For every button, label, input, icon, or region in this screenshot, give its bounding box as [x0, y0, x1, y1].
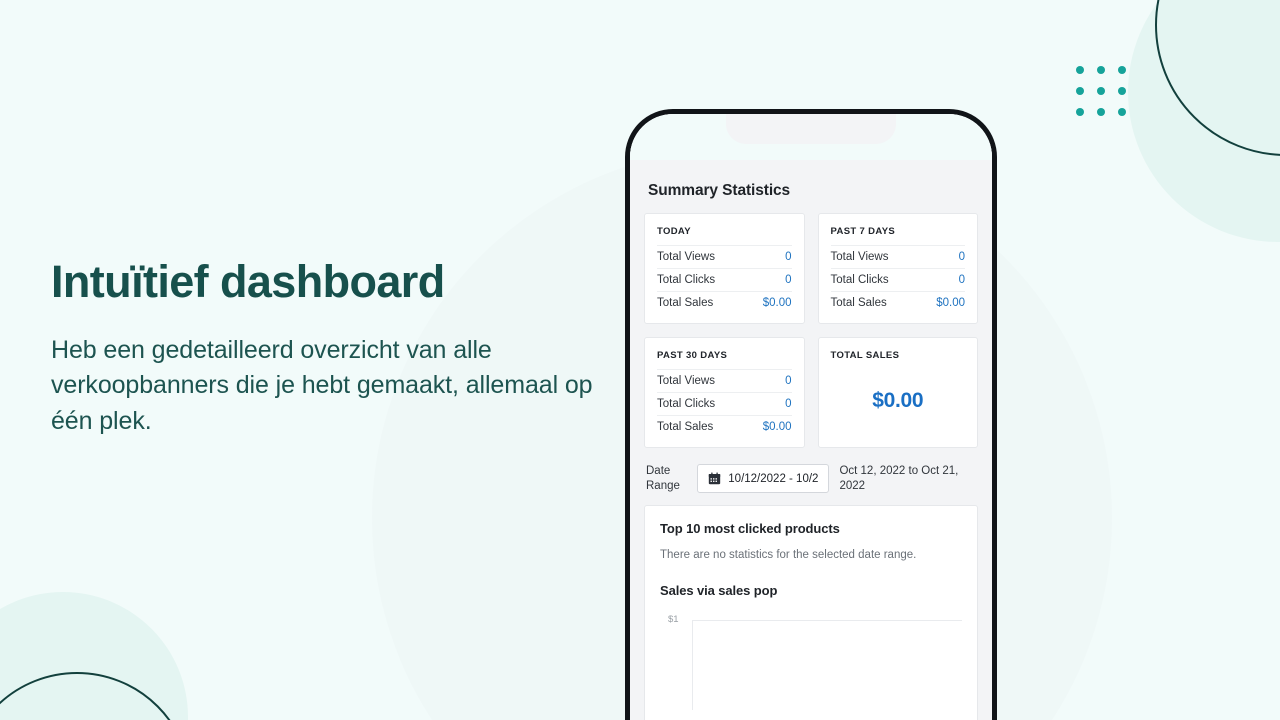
dashboard-content: Summary Statistics TODAY Total Views 0 T…: [630, 160, 992, 720]
stat-row: Total Sales $0.00: [657, 415, 792, 438]
stat-name: Total Clicks: [657, 398, 716, 410]
decor-circle-outline-top-right: [1155, 0, 1280, 156]
stat-row: Total Views 0: [830, 245, 965, 268]
stat-row: Total Views 0: [657, 369, 792, 392]
stat-row: Total Sales $0.00: [830, 291, 965, 314]
stat-card-today: TODAY Total Views 0 Total Clicks 0 Total…: [644, 213, 805, 324]
stat-value: $0.00: [936, 297, 965, 309]
decor-circle-fill-bottom-left: [0, 592, 188, 720]
stat-card-past-30-days: PAST 30 DAYS Total Views 0 Total Clicks …: [644, 337, 805, 448]
top-products-card: Top 10 most clicked products There are n…: [644, 505, 978, 720]
date-range-value: 10/12/2022 - 10/2: [728, 472, 819, 485]
stat-name: Total Sales: [657, 297, 714, 309]
stat-row: Total Views 0: [657, 245, 792, 268]
stat-name: Total Clicks: [657, 274, 716, 286]
summary-statistics-heading: Summary Statistics: [648, 182, 791, 199]
date-range-resolved-text: Oct 12, 2022 to Oct 21, 2022: [839, 465, 959, 492]
phone-mockup: Summary Statistics TODAY Total Views 0 T…: [625, 109, 997, 720]
summary-cards-row-2: PAST 30 DAYS Total Views 0 Total Clicks …: [644, 337, 978, 448]
decor-circle-outline-bottom-left: [0, 672, 192, 720]
stat-row: Total Clicks 0: [830, 268, 965, 291]
date-range-input[interactable]: 10/12/2022 - 10/2: [697, 464, 830, 494]
stat-row: Total Clicks 0: [657, 392, 792, 415]
stat-value: 0: [785, 274, 792, 286]
decor-dot-grid-icon: [1076, 66, 1126, 116]
chart-y-tick-label: $1: [668, 614, 679, 626]
top-products-empty-message: There are no statistics for the selected…: [660, 549, 917, 562]
stat-name: Total Views: [657, 251, 715, 263]
phone-notch: [726, 114, 896, 144]
stat-name: Total Clicks: [830, 274, 889, 286]
stat-card-past-7-days: PAST 7 DAYS Total Views 0 Total Clicks 0…: [817, 213, 978, 324]
stat-value: $0.00: [762, 297, 792, 309]
chart-y-axis: [692, 620, 693, 711]
total-sales-amount: $0.00: [872, 388, 924, 412]
page-title: Intuïtief dashboard: [51, 256, 445, 307]
promo-screenshot: Intuïtief dashboard Heb een gedetailleer…: [0, 0, 1280, 720]
decor-circle-fill-top-right: [1128, 0, 1280, 242]
stat-value: 0: [958, 274, 965, 286]
summary-cards-row-1: TODAY Total Views 0 Total Clicks 0 Total…: [644, 213, 978, 324]
page-subtitle: Heb een gedetailleerd overzicht van alle…: [51, 335, 593, 435]
stat-value: 0: [785, 251, 792, 263]
stat-row: Total Clicks 0: [657, 268, 792, 291]
stat-name: Total Sales: [657, 421, 714, 433]
status-bar: [630, 114, 992, 160]
stat-card-label: PAST 7 DAYS: [830, 226, 896, 237]
stat-card-label: PAST 30 DAYS: [657, 350, 728, 361]
stat-name: Total Views: [657, 375, 715, 387]
stat-card-total-sales: TOTAL SALES $0.00: [817, 337, 978, 448]
date-range-label: Date Range: [646, 465, 680, 492]
top-products-title: Top 10 most clicked products: [660, 521, 840, 537]
stat-card-label: TODAY: [657, 226, 691, 237]
phone-screen: Summary Statistics TODAY Total Views 0 T…: [630, 114, 992, 720]
stat-name: Total Views: [830, 251, 889, 263]
sales-chart-title: Sales via sales pop: [660, 583, 778, 599]
marketing-copy: Intuïtief dashboard Heb een gedetailleer…: [51, 256, 611, 439]
date-range-control: Date Range 10/12/2022 - 10/2 Oct 12, 202…: [646, 464, 978, 494]
stat-name: Total Sales: [830, 297, 887, 309]
calendar-icon: [709, 472, 721, 485]
stat-card-label: TOTAL SALES: [830, 350, 900, 361]
chart-gridline: [692, 620, 962, 622]
stat-value: 0: [785, 375, 792, 387]
stat-value: 0: [958, 251, 965, 263]
stat-row: Total Sales $0.00: [657, 291, 792, 314]
stat-value: 0: [785, 398, 792, 410]
stat-value: $0.00: [762, 421, 792, 433]
sales-chart: $1: [660, 614, 962, 711]
